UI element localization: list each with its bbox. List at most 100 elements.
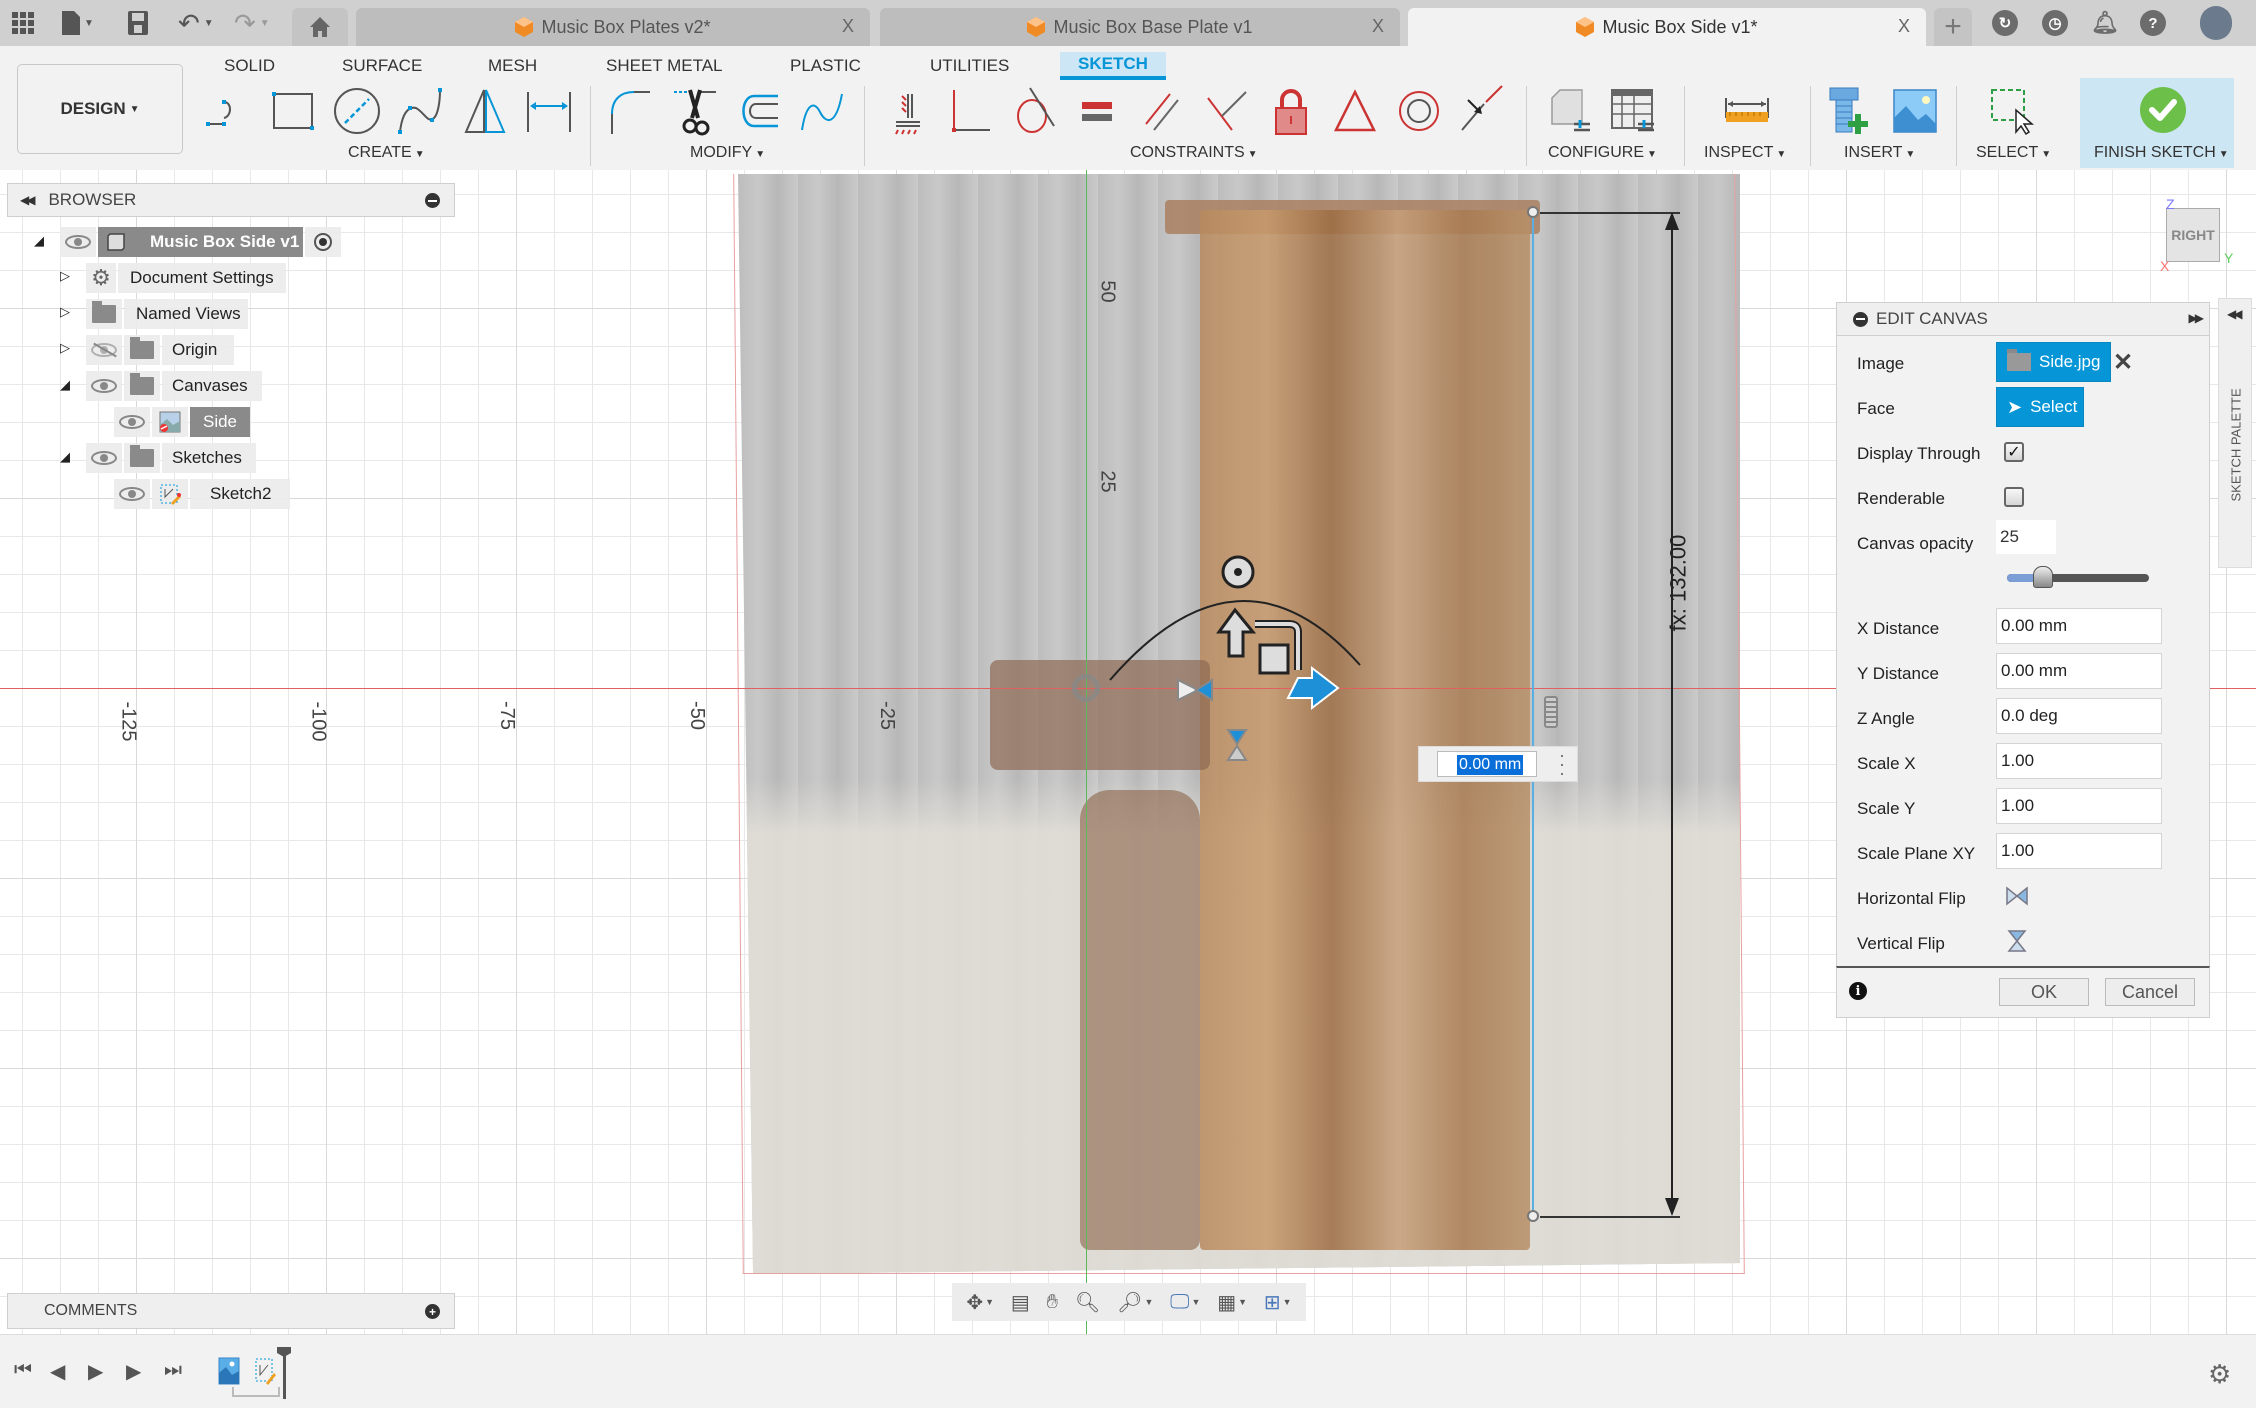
slider-thumb[interactable]	[2032, 566, 2053, 588]
modify-menu[interactable]: MODIFY ▼	[690, 144, 765, 162]
rotate-handle-icon[interactable]	[1221, 555, 1255, 589]
constraints-menu[interactable]: CONSTRAINTS ▼	[1130, 144, 1258, 162]
renderable-checkbox[interactable]	[2004, 487, 2024, 507]
collapse-panel-icon[interactable]: ◀◀	[20, 193, 36, 207]
info-icon[interactable]: i	[1849, 982, 1867, 1000]
display-settings-button[interactable]: 🖵︎ ▼	[1170, 1291, 1200, 1314]
parallel-constraint-button[interactable]	[1136, 84, 1190, 138]
scale-plane-xy-input[interactable]	[1996, 833, 2162, 869]
expanded-triangle-icon[interactable]: ◢	[60, 449, 70, 465]
concentric-constraint-button[interactable]	[1392, 84, 1446, 138]
cancel-button[interactable]: Cancel	[2105, 978, 2195, 1006]
sketch-point[interactable]	[1527, 206, 1539, 218]
expand-dialog-icon[interactable]: ▶▶	[2189, 311, 2205, 325]
select-menu[interactable]: SELECT ▼	[1976, 144, 2051, 162]
viewports-button[interactable]: ⊞ ▼	[1264, 1290, 1292, 1315]
undo-button[interactable]: ↶ ▼	[178, 8, 214, 38]
expand-palette-icon[interactable]: ◀◀	[2227, 307, 2243, 321]
timeline-settings-gear-icon[interactable]: ⚙	[2208, 1359, 2231, 1390]
scale-x-input[interactable]	[1996, 743, 2162, 779]
visibility-eye-icon[interactable]	[91, 379, 117, 393]
close-tab-icon[interactable]: X	[1898, 16, 1910, 37]
browser-item-sketch2[interactable]: Sketch2	[114, 479, 292, 509]
timeline-canvas-feature-icon[interactable]	[218, 1357, 240, 1385]
timeline-play-button[interactable]: ▶	[88, 1359, 103, 1384]
arrow-right-icon[interactable]	[1286, 665, 1340, 711]
canvas-opacity-input[interactable]: 25	[1996, 520, 2056, 554]
document-tab-active[interactable]: Music Box Side v1* X	[1408, 8, 1926, 46]
zoom-button[interactable]: 🔍︎	[1075, 1290, 1100, 1315]
collapsed-triangle-icon[interactable]: ▷	[60, 304, 70, 320]
timeline-step-forward-button[interactable]: ▶	[126, 1359, 141, 1384]
offset-tool-button[interactable]	[732, 84, 786, 138]
browser-item-document-settings[interactable]: ▷ ⚙ Document Settings	[60, 263, 288, 293]
help-icon[interactable]: ?	[2140, 10, 2166, 36]
sketch-line[interactable]	[1532, 212, 1534, 1216]
configure-table-button[interactable]	[1606, 84, 1660, 138]
user-avatar[interactable]	[2200, 6, 2232, 40]
symmetry-constraint-button[interactable]	[1328, 84, 1382, 138]
visibility-eye-icon[interactable]	[65, 235, 91, 249]
create-menu[interactable]: CREATE ▼	[348, 144, 425, 162]
trim-tool-button[interactable]	[668, 84, 722, 138]
close-tab-icon[interactable]: X	[842, 16, 854, 37]
3d-viewport[interactable]: -125 -100 -75 -50 -25 50 25 fx: 132.00 0…	[0, 170, 2256, 1334]
dimension-line[interactable]	[1671, 215, 1673, 1213]
conic-tool-button[interactable]	[796, 84, 850, 138]
move-manipulator[interactable]	[1100, 510, 1430, 940]
dimension-tool-button[interactable]	[522, 84, 576, 138]
timeline-marker[interactable]	[283, 1349, 286, 1399]
coincident-constraint-button[interactable]	[944, 84, 998, 138]
tab-sketch[interactable]: SKETCH	[1060, 52, 1166, 80]
select-tool-button[interactable]	[1986, 84, 2040, 138]
close-tab-icon[interactable]: X	[1372, 16, 1384, 37]
visibility-eye-icon[interactable]	[119, 415, 145, 429]
insert-mcmaster-button[interactable]	[1822, 84, 1876, 138]
insert-menu[interactable]: INSERT ▼	[1844, 144, 1915, 162]
activate-radio-icon[interactable]	[314, 233, 332, 251]
y-distance-input[interactable]	[1996, 653, 2162, 689]
canvas-opacity-slider[interactable]	[2007, 566, 2149, 588]
pan-button[interactable]: ✋︎	[1047, 1291, 1058, 1314]
dimension-text[interactable]: fx: 132.00	[1665, 535, 1691, 632]
midpoint-constraint-button[interactable]	[1456, 84, 1510, 138]
perpendicular-constraint-button[interactable]	[1200, 84, 1254, 138]
new-tab-button[interactable]: +	[1934, 8, 1972, 46]
ok-button[interactable]: OK	[1999, 978, 2089, 1006]
minimize-icon[interactable]	[1853, 311, 1868, 327]
document-tab[interactable]: Music Box Plates v2* X	[356, 8, 870, 46]
equal-constraint-button[interactable]	[1072, 84, 1126, 138]
insert-canvas-button[interactable]	[1888, 84, 1942, 138]
tangent-constraint-button[interactable]	[1008, 84, 1062, 138]
home-tab[interactable]	[292, 8, 348, 46]
configure-component-button[interactable]	[1544, 84, 1598, 138]
finish-sketch-menu[interactable]: FINISH SKETCH ▼	[2094, 144, 2229, 162]
browser-item-side-canvas[interactable]: Side	[114, 407, 252, 437]
mirror-tool-button[interactable]	[458, 84, 512, 138]
expanded-triangle-icon[interactable]: ◢	[34, 233, 44, 249]
measure-tool-button[interactable]	[1720, 84, 1774, 138]
configure-menu[interactable]: CONFIGURE ▼	[1548, 144, 1657, 162]
horizontal-flip-handle-icon[interactable]	[1177, 678, 1213, 702]
circle-tool-button[interactable]	[330, 84, 384, 138]
face-select-button[interactable]: ➤ Select	[1996, 387, 2084, 427]
timeline-step-back-button[interactable]: ◀	[50, 1359, 65, 1384]
scale-y-input[interactable]	[1996, 788, 2162, 824]
tab-surface[interactable]: SURFACE	[342, 52, 422, 80]
rectangle-tool-button[interactable]	[266, 84, 320, 138]
z-angle-input[interactable]	[1996, 698, 2162, 734]
sketch-palette-collapsed[interactable]: ◀◀ SKETCH PALETTE	[2218, 298, 2252, 568]
image-select-button[interactable]: Side.jpg	[1996, 342, 2112, 382]
notifications-bell-icon[interactable]: 🔔︎	[2091, 10, 2119, 36]
collapsed-triangle-icon[interactable]: ▷	[60, 268, 70, 284]
viewcube[interactable]: RIGHT	[2166, 208, 2220, 262]
more-options-icon[interactable]: · · ·	[1559, 746, 1565, 782]
arrow-up-icon[interactable]	[1216, 607, 1257, 658]
tab-mesh[interactable]: MESH	[488, 52, 537, 80]
browser-item-canvases[interactable]: ◢ Canvases	[60, 371, 264, 401]
save-button[interactable]	[128, 8, 148, 38]
look-at-button[interactable]: ▤	[1011, 1290, 1030, 1315]
browser-item-named-views[interactable]: ▷ Named Views	[60, 299, 250, 329]
line-tool-button[interactable]	[202, 84, 256, 138]
document-tab[interactable]: Music Box Base Plate v1 X	[880, 8, 1400, 46]
